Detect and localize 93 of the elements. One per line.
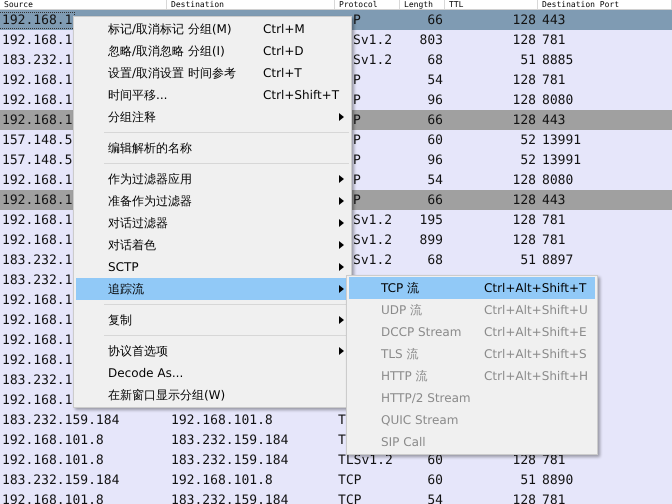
table-cell-text: 68 [426,252,444,268]
table-cell: T [338,412,346,428]
table-cell: TCP [338,472,362,488]
table-cell-text: 13991 [541,132,582,148]
table-cell: Sv1.2 [353,212,392,228]
table-cell-text: 781 [541,492,566,504]
table-cell-text: 128 [512,92,537,108]
table-cell-text: 195 [418,212,444,228]
table-cell-text: 443 [541,192,566,208]
table-cell-text: 443 [541,12,566,28]
table-cell-text: 68 [426,52,444,68]
table-cell-text: 51 [519,472,537,488]
table-cell-text: 183.232.159.184 [1,472,120,488]
table-cell-text: 192.168.1 [1,172,74,188]
table-cell: Sv1.2 [353,52,392,68]
table-cell-text: 128 [512,112,537,128]
table-cell-text: 183.232.1 [1,272,74,288]
table-cell-text: 8890 [541,472,574,488]
table-cell-text: 192.168.1 [1,92,74,108]
table-cell-text: 192.168.101.8 [1,432,105,448]
table-cell: T [338,432,346,448]
table-cell-text: 13991 [541,152,582,168]
table-cell-text: 192.168.1 [1,212,74,228]
table-cell: P [353,72,361,88]
table-cell-text: 66 [426,112,444,128]
table-cell-text: 803 [418,32,444,48]
table-cell: Sv1.2 [353,32,392,48]
table-cell-text: 128 [512,172,537,188]
table-cell-text: 54 [426,492,444,504]
table-cell-text: 183.232.159.184 [1,412,120,428]
table-cell: 192.168.1 [0,12,74,28]
table-cell-text: 157.148.5 [1,132,74,148]
table-cell-text: 192.168.1 [1,232,74,248]
table-cell-text: 899 [418,232,444,248]
table-cell-text: 128 [512,12,537,28]
table-cell-text: 52 [519,152,537,168]
table-cell-text: 54 [426,72,444,88]
table-cell: Sv1.2 [353,252,392,268]
table-cell-text: 192.168.1 [1,332,74,348]
table-cell-text: 192.168.1 [1,292,74,308]
table-cell: P [353,132,361,148]
table-cell-text: 183.232.159.184 [170,432,290,448]
table-cell-text: 157.148.5 [1,152,74,168]
table-cell-text: 183.232.159.184 [170,452,290,468]
table-cell: TLSv1.2 [338,452,393,468]
table-cell-text: 183.232.1 [1,252,74,268]
table-cell-text: 66 [426,12,444,28]
table-cell-text: 128 [512,492,537,504]
table-cell-text: 192.168.1 [1,112,74,128]
table-cell-text: 781 [541,212,566,228]
table-cell-text: 183.232.1 [1,372,74,388]
table-cell-text: 8897 [541,252,574,268]
table-cell: P [353,92,361,108]
table-cell-text: 60 [426,132,444,148]
table-cell-text: 96 [426,152,444,168]
table-cell: P [353,152,361,168]
table-cell: Sv1.2 [353,232,392,248]
table-cell-text: 96 [426,92,444,108]
table-cell-text: 183.232.159.184 [170,492,290,504]
table-cell-text: 192.168.1 [1,192,74,208]
table-cell-text: 128 [512,232,537,248]
table-cell-text: 443 [541,112,566,128]
table-cell-text: 192.168.1 [1,32,74,48]
table-cell-text: 781 [541,232,566,248]
table-cell: P [353,12,361,28]
table-cell-text: 183.232.1 [1,52,74,68]
table-cell: P [353,112,361,128]
table-cell-text: 128 [512,72,537,88]
table-cell-text: 781 [541,72,566,88]
table-cell-text: 128 [512,212,537,228]
table-cell: P [353,172,361,188]
table-cell-text: 8080 [541,172,574,188]
table-cell-text: 66 [426,192,444,208]
table-cell-text: 192.168.1 [1,72,74,88]
table-cell-text: 192.168.1 [1,352,74,368]
table-cell-text: 51 [519,52,537,68]
table-cell-text: 51 [519,252,537,268]
table-cell-text: 128 [512,32,537,48]
table-cell-text: 192.168.101.8 [170,412,274,428]
table-cell-text: 54 [426,172,444,188]
table-cell-text: 8080 [541,92,574,108]
table-cell-text: 128 [512,192,537,208]
table-cell-text: 192.168.101.8 [1,492,105,504]
table-cell-text: 192.168.101.8 [170,472,274,488]
table-cell-text: 8885 [541,52,574,68]
table-cell-text: 781 [541,32,566,48]
table-cell: P [353,192,361,208]
table-cell-text: 192.168.1 [1,312,74,328]
table-cell-text: 52 [519,132,537,148]
table-cell-text: 192.168.101.8 [1,452,105,468]
table-cell-text: 192.168.1 [1,392,74,408]
table-cell: TCP [338,492,362,504]
table-cell-text: 60 [426,472,444,488]
